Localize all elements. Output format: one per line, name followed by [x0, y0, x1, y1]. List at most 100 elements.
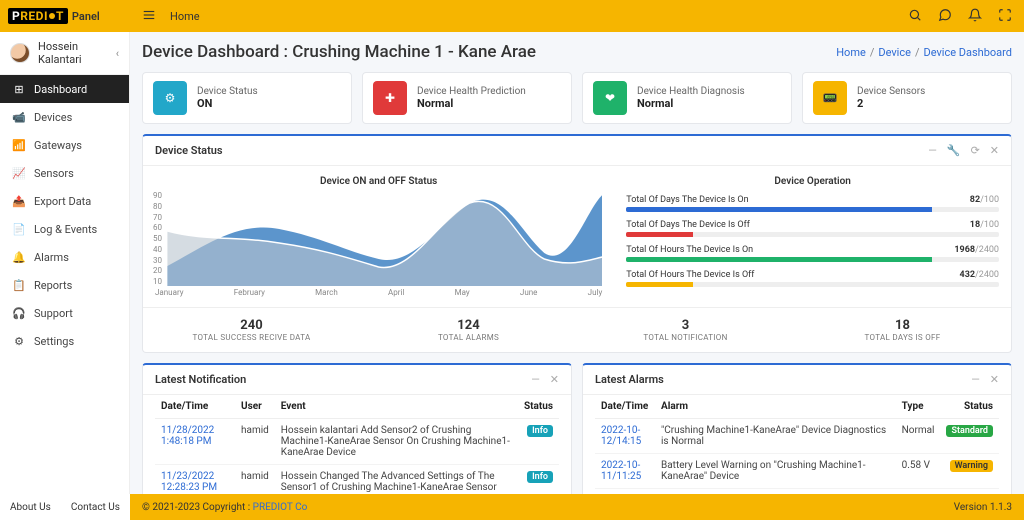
fullscreen-icon[interactable] — [998, 8, 1012, 25]
sidebar-item-dashboard[interactable]: ⊞Dashboard — [0, 75, 129, 103]
cell-alarm: "Crushing Machine1-KaneArae" Device Diag… — [655, 419, 896, 454]
table-row[interactable]: 2022-10-11/11:25 Battery Level Warning o… — [595, 454, 999, 489]
stat-label: TOTAL NOTIFICATION — [581, 333, 790, 342]
nav-icon: 📄 — [12, 222, 26, 236]
card-icon: 📟 — [813, 81, 847, 115]
device-status-panel: Device Status — 🔧 ⟳ ✕ Device ON and OFF … — [142, 134, 1012, 353]
footer-version: Version 1.1.3 — [954, 502, 1012, 513]
stat-label: TOTAL SUCCESS RECIVE DATA — [147, 333, 356, 342]
bell-icon[interactable] — [968, 8, 982, 25]
stat-value: 3 — [581, 318, 790, 333]
sidebar-item-gateways[interactable]: 📶Gateways — [0, 131, 129, 159]
collapse-icon[interactable]: — — [531, 373, 540, 386]
sidebar-item-label: Settings — [34, 335, 74, 348]
close-icon[interactable]: ✕ — [550, 373, 559, 386]
cell-user: hamid — [235, 419, 275, 465]
refresh-icon[interactable]: ⟳ — [971, 144, 980, 157]
tool-icon[interactable]: 🔧 — [947, 144, 961, 157]
footer-about-link[interactable]: About Us — [10, 502, 51, 513]
status-card: ❤ Device Health DiagnosisNormal — [582, 72, 792, 124]
stat-item: 240TOTAL SUCCESS RECIVE DATA — [143, 308, 360, 352]
stat-value: 240 — [147, 318, 356, 333]
nav-icon: ⚙ — [12, 334, 26, 348]
stat-value: 124 — [364, 318, 573, 333]
sidebar-item-reports[interactable]: 📋Reports — [0, 271, 129, 299]
status-badge: Warning — [950, 460, 993, 472]
cell-datetime: 2022-10-11/11:25 — [595, 454, 655, 489]
cell-datetime: 2022-10-12/14:15 — [595, 419, 655, 454]
sidebar-item-devices[interactable]: 📹 Devices — [0, 103, 129, 131]
panel-title: Latest Alarms — [595, 373, 664, 386]
operation-metric: Total Of Hours The Device Is Off432/2400 — [626, 270, 999, 287]
card-label: Device Sensors — [857, 86, 925, 97]
cell-type: 0.58 V — [896, 454, 941, 489]
card-value: Normal — [417, 97, 526, 110]
nav-icon: 📶 — [12, 138, 26, 152]
nav-icon: ⊞ — [12, 82, 26, 96]
sidebar-item-label: Devices — [34, 111, 72, 124]
operation-metric: Total Of Days The Device Is Off18/100 — [626, 220, 999, 237]
brand: PPREDIREDIT Panel — [0, 0, 130, 32]
chat-icon[interactable] — [938, 8, 952, 25]
nav-icon: 📹 — [12, 110, 26, 124]
status-card: 📟 Device Sensors2 — [802, 72, 1012, 124]
cell-datetime: 11/23/2022 12:28:23 PM — [155, 465, 235, 495]
page-title: Device Dashboard : Crushing Machine 1 - … — [142, 42, 536, 62]
close-icon[interactable]: ✕ — [990, 144, 999, 157]
card-label: Device Status — [197, 86, 258, 97]
sidebar-item-export-data[interactable]: 📤Export Data — [0, 187, 129, 215]
card-icon: ❤ — [593, 81, 627, 115]
cell-alarm: Battery Level Warning on "Crushing Machi… — [655, 454, 896, 489]
sidebar-item-log-events[interactable]: 📄 Log & Events — [0, 215, 129, 243]
card-icon: ⚙ — [153, 81, 187, 115]
metric-value: 432 — [960, 270, 976, 280]
breadcrumb-link[interactable]: Device — [878, 46, 911, 59]
nav-icon: 🔔 — [12, 250, 26, 264]
brand-logo: PPREDIREDIT — [8, 8, 68, 24]
status-badge: Info — [527, 471, 553, 483]
sidebar-item-label: Reports — [34, 279, 72, 292]
close-icon[interactable]: ✕ — [990, 373, 999, 386]
metric-label: Total Of Days The Device Is Off — [626, 220, 750, 230]
sidebar-item-label: Support — [34, 307, 73, 320]
table-header: Date/Time — [595, 395, 655, 419]
menu-toggle-icon[interactable] — [142, 8, 156, 25]
cell-event: Hossein Changed The Advanced Settings of… — [275, 465, 518, 495]
alarms-table: Date/TimeAlarmTypeStatus 2022-10-12/14:1… — [595, 395, 999, 489]
operation-metric: Total Of Hours The Device Is On1968/2400 — [626, 245, 999, 262]
cell-user: hamid — [235, 465, 275, 495]
card-value: Normal — [637, 97, 745, 110]
sidebar-item-settings[interactable]: ⚙ Settings — [0, 327, 129, 355]
collapse-icon[interactable]: — — [971, 373, 980, 386]
card-label: Device Health Prediction — [417, 86, 526, 97]
breadcrumb-link[interactable]: Device Dashboard — [923, 46, 1012, 59]
table-header: Alarm — [655, 395, 896, 419]
card-icon: ✚ — [373, 81, 407, 115]
metric-label: Total Of Hours The Device Is Off — [626, 270, 754, 280]
chevron-left-icon: ‹ — [116, 47, 119, 60]
metric-max: /2400 — [975, 245, 999, 255]
cell-type: Normal — [896, 419, 941, 454]
footer-company-link[interactable]: PREDIOT Co — [253, 502, 308, 513]
nav-icon: 📈 — [12, 166, 26, 180]
sidebar-item-label: Log & Events — [34, 223, 97, 236]
sidebar-item-alarms[interactable]: 🔔Alarms — [0, 243, 129, 271]
sidebar-item-support[interactable]: 🎧Support — [0, 299, 129, 327]
search-icon[interactable] — [908, 8, 922, 25]
breadcrumb-home[interactable]: Home — [170, 10, 200, 23]
table-row[interactable]: 2022-10-12/14:15 "Crushing Machine1-Kane… — [595, 419, 999, 454]
status-card: ⚙ Device StatusON — [142, 72, 352, 124]
card-value: ON — [197, 97, 258, 110]
breadcrumb-link[interactable]: Home — [836, 46, 866, 59]
sidebar-item-sensors[interactable]: 📈Sensors — [0, 159, 129, 187]
table-row[interactable]: 11/23/2022 12:28:23 PM hamid Hossein Cha… — [155, 465, 559, 495]
collapse-icon[interactable]: — — [928, 144, 937, 157]
cell-datetime: 11/28/2022 1:48:18 PM — [155, 419, 235, 465]
stat-label: TOTAL ALARMS — [364, 333, 573, 342]
breadcrumb: Home/Device/Device Dashboard — [836, 46, 1012, 59]
footer-contact-link[interactable]: Contact Us — [71, 502, 120, 513]
user-profile[interactable]: Hossein Kalantari ‹ — [0, 32, 129, 75]
table-row[interactable]: 11/28/2022 1:48:18 PM hamid Hossein kala… — [155, 419, 559, 465]
operation-metric: Total Of Days The Device Is On82/100 — [626, 195, 999, 212]
stat-value: 18 — [798, 318, 1007, 333]
